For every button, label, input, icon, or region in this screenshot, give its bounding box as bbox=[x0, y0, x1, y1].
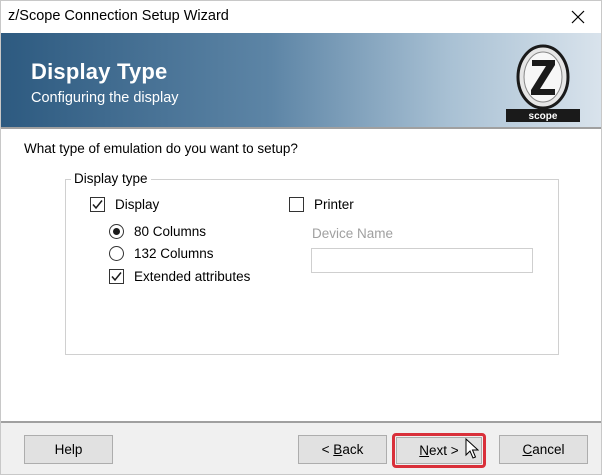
wizard-header-banner: Display Type Configuring the display sco… bbox=[1, 33, 601, 127]
page-title: Display Type bbox=[31, 59, 168, 84]
help-button[interactable]: Help bbox=[24, 435, 113, 464]
back-button[interactable]: < Back bbox=[298, 435, 387, 464]
display-checkbox-label[interactable]: Display bbox=[115, 197, 159, 212]
checkmark-icon bbox=[111, 272, 122, 282]
mouse-cursor-icon bbox=[465, 438, 479, 459]
checkmark-icon bbox=[92, 200, 103, 210]
back-button-arrow: < bbox=[321, 442, 334, 457]
wizard-content: What type of emulation do you want to se… bbox=[1, 129, 601, 421]
radio-132-columns[interactable] bbox=[109, 246, 124, 261]
back-button-mnemonic: B bbox=[333, 442, 343, 457]
radio-selected-dot bbox=[113, 228, 120, 235]
svg-text:scope: scope bbox=[529, 111, 558, 122]
device-name-input[interactable] bbox=[311, 248, 533, 273]
cancel-button-mnemonic: C bbox=[522, 442, 533, 457]
radio-132-columns-label[interactable]: 132 Columns bbox=[134, 246, 214, 261]
device-name-label: Device Name bbox=[312, 226, 394, 241]
zscope-logo: scope bbox=[506, 44, 580, 122]
help-button-label: Help bbox=[54, 442, 83, 457]
printer-checkbox-label[interactable]: Printer bbox=[314, 197, 354, 212]
display-checkbox[interactable] bbox=[90, 197, 105, 212]
radio-80-columns-label[interactable]: 80 Columns bbox=[134, 224, 206, 239]
cancel-button-label: ancel bbox=[532, 442, 565, 457]
next-button-label: ext > bbox=[429, 443, 459, 458]
back-button-label: ack bbox=[342, 442, 364, 457]
page-subtitle: Configuring the display bbox=[31, 90, 179, 106]
wizard-footer: Help < Back Next > Cancel bbox=[1, 423, 601, 474]
radio-80-columns[interactable] bbox=[109, 224, 124, 239]
printer-checkbox[interactable] bbox=[289, 197, 304, 212]
cancel-button[interactable]: Cancel bbox=[499, 435, 588, 464]
extended-attributes-checkbox[interactable] bbox=[109, 269, 124, 284]
close-icon bbox=[571, 10, 585, 24]
close-button[interactable] bbox=[563, 4, 593, 30]
window-title: z/Scope Connection Setup Wizard bbox=[8, 8, 229, 24]
wizard-window: z/Scope Connection Setup Wizard Display … bbox=[0, 0, 602, 475]
next-button-mnemonic: N bbox=[419, 443, 430, 458]
extended-attributes-label[interactable]: Extended attributes bbox=[134, 269, 250, 284]
emulation-question: What type of emulation do you want to se… bbox=[24, 141, 298, 156]
display-type-group-label: Display type bbox=[71, 171, 151, 186]
title-bar: z/Scope Connection Setup Wizard bbox=[1, 1, 601, 33]
